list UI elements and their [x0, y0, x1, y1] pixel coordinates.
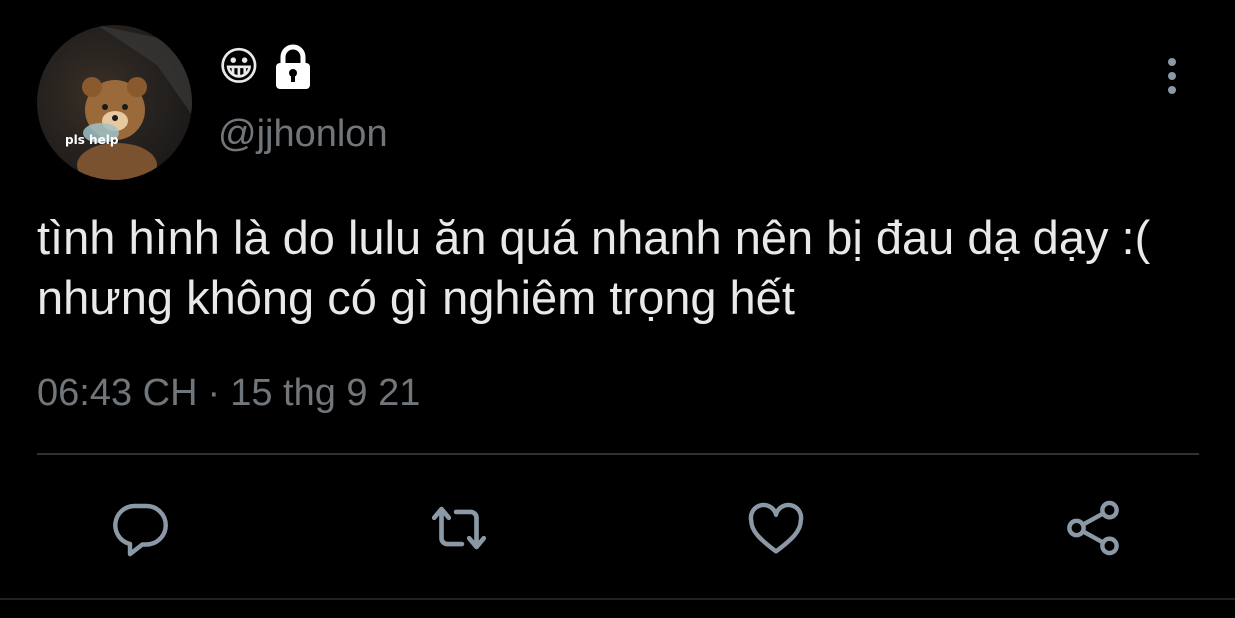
retweet-icon [431, 506, 487, 550]
more-options-icon[interactable] [1158, 56, 1186, 96]
grinning-face-emoji: 😀 [218, 44, 260, 90]
divider [37, 453, 1199, 455]
avatar-caption: pls help [65, 133, 119, 147]
reply-icon [113, 503, 168, 557]
heart-icon [748, 502, 804, 554]
tweet-date: 15 thg 9 21 [230, 372, 421, 414]
tweet-text: tình hình là do lulu ăn quá nhanh nên bị… [37, 211, 1151, 324]
like-button[interactable] [741, 493, 811, 563]
share-button[interactable] [1058, 493, 1128, 563]
tweet-detail: pls help 😀 @jjhonlon tình hình là do lul… [0, 0, 1235, 618]
display-name[interactable]: 😀 [218, 42, 318, 92]
user-handle[interactable]: @jjhonlon [218, 113, 388, 156]
avatar-bear-image [77, 25, 192, 180]
meta-separator: · [207, 372, 221, 414]
share-icon [1067, 500, 1119, 556]
lock-icon [268, 42, 318, 92]
bottom-divider [0, 598, 1235, 600]
tweet-time: 06:43 CH [37, 372, 198, 414]
tweet-timestamp[interactable]: 06:43 CH · 15 thg 9 21 [37, 372, 420, 415]
retweet-button[interactable] [424, 493, 494, 563]
avatar[interactable]: pls help [37, 25, 192, 180]
reply-button[interactable] [106, 493, 176, 563]
